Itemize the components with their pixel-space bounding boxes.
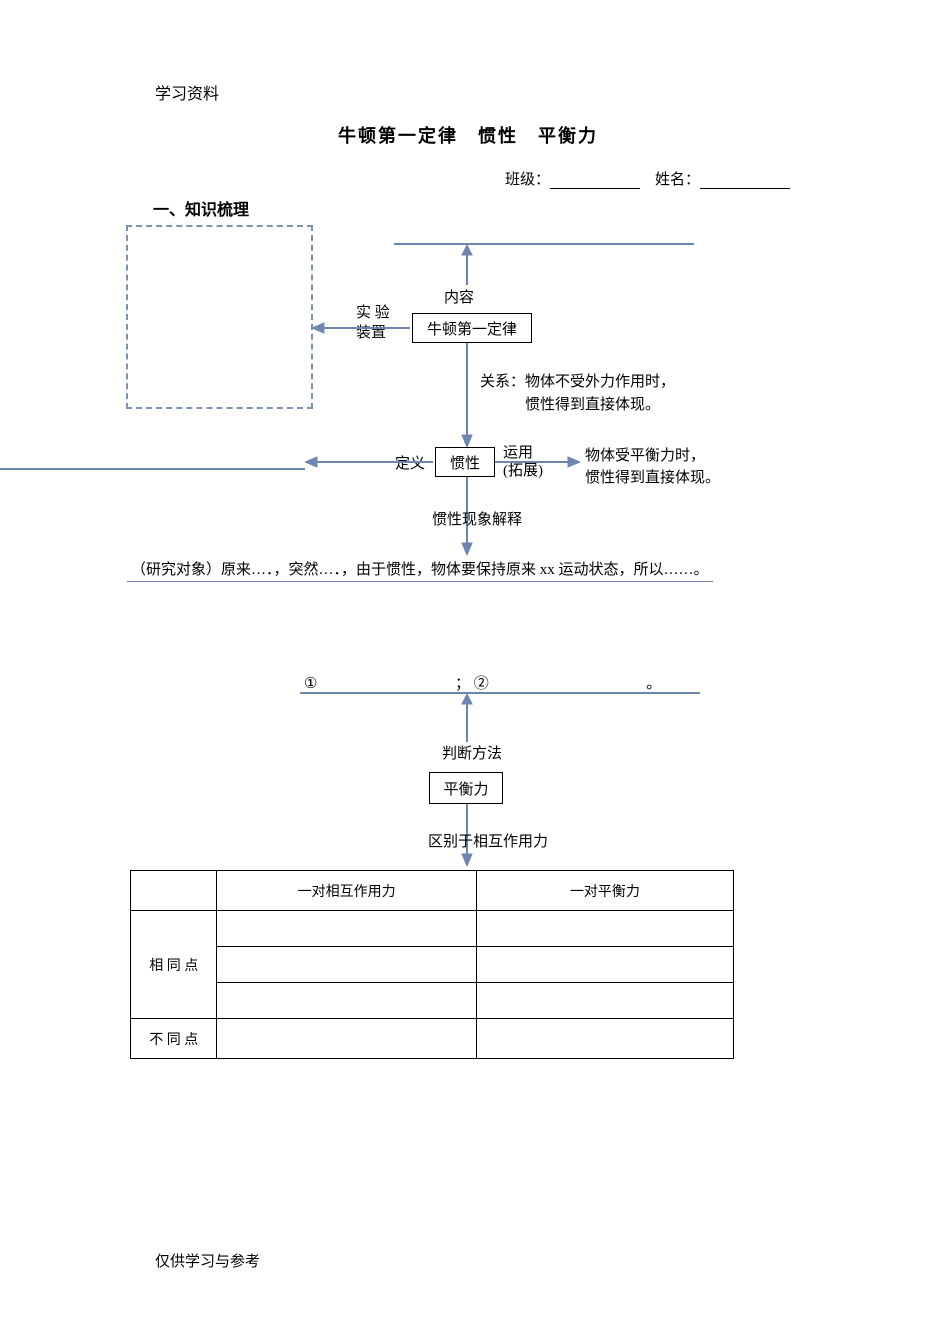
cell-similar-3b[interactable] bbox=[476, 983, 733, 1019]
label-difference: 区别于相互作用力 bbox=[428, 830, 548, 851]
line-content-top bbox=[394, 243, 694, 245]
comparison-table: 一对相互作用力 一对平衡力 相 同 点 不 同 点 bbox=[130, 870, 734, 1059]
arrow-up-judgment bbox=[460, 694, 474, 742]
name-input-line[interactable] bbox=[700, 170, 790, 189]
arrow-down-relation bbox=[460, 343, 474, 447]
line-definition-extend bbox=[0, 468, 305, 470]
label-judgment-method: 判断方法 bbox=[442, 742, 502, 763]
th-balance-force: 一对平衡力 bbox=[476, 871, 733, 911]
row-header-similar: 相 同 点 bbox=[131, 911, 217, 1019]
judgment-end: 。 bbox=[646, 676, 661, 692]
arrow-right-application bbox=[495, 455, 580, 469]
page-title: 牛顿第一定律 惯性 平衡力 bbox=[338, 122, 598, 148]
class-input-line[interactable] bbox=[550, 170, 640, 189]
judgment-blank-1: ① bbox=[304, 676, 317, 692]
doc-header: 学习资料 bbox=[155, 80, 219, 104]
label-phenomenon-explain: 惯性现象解释 bbox=[432, 508, 522, 529]
judgment-input-1[interactable] bbox=[321, 676, 451, 693]
label-relation-line1: 物体不受外力作用时， bbox=[525, 370, 675, 391]
label-content: 内容 bbox=[444, 286, 474, 307]
row-header-diff: 不 同 点 bbox=[131, 1019, 217, 1059]
cell-similar-1b[interactable] bbox=[476, 911, 733, 947]
box-balance-force: 平衡力 bbox=[429, 772, 503, 804]
arrow-left-experiment bbox=[312, 321, 410, 335]
th-empty bbox=[131, 871, 217, 911]
th-interaction-force: 一对相互作用力 bbox=[217, 871, 476, 911]
label-relation-line2: 惯性得到直接体现。 bbox=[525, 393, 660, 414]
label-relation-prefix: 关系： bbox=[480, 370, 525, 391]
text-explain-sentence: （研究对象）原来…．，突然…．，由于惯性，物体要保持原来 xx 运动状态，所以…… bbox=[127, 558, 713, 582]
doc-footer: 仅供学习与参考 bbox=[155, 1250, 260, 1271]
box-inertia: 惯性 bbox=[435, 447, 495, 477]
class-field: 班级： 姓名： bbox=[505, 168, 790, 189]
dashed-placeholder-box bbox=[126, 225, 313, 409]
box-newton-first-law: 牛顿第一定律 bbox=[412, 313, 532, 343]
judgment-sep: ； bbox=[455, 676, 470, 692]
label-apply-line1: 物体受平衡力时， bbox=[585, 444, 705, 465]
cell-similar-1a[interactable] bbox=[217, 911, 476, 947]
arrow-left-definition bbox=[305, 455, 433, 469]
line-judgment-under bbox=[300, 692, 700, 694]
page: 学习资料 牛顿第一定律 惯性 平衡力 班级： 姓名： 一、知识梳理 内容 牛顿第… bbox=[0, 0, 945, 1337]
label-apply-line2: 惯性得到直接体现。 bbox=[585, 466, 720, 487]
cell-diff-b[interactable] bbox=[476, 1019, 733, 1059]
cell-similar-3a[interactable] bbox=[217, 983, 476, 1019]
judgment-input-2[interactable] bbox=[492, 676, 642, 693]
arrow-up-content bbox=[460, 245, 474, 285]
cell-similar-2b[interactable] bbox=[476, 947, 733, 983]
judgment-blank-2: ② bbox=[474, 676, 489, 692]
section-heading-1: 一、知识梳理 bbox=[153, 196, 249, 220]
judgment-blank-row: ① ； ② 。 bbox=[304, 672, 661, 693]
cell-similar-2a[interactable] bbox=[217, 947, 476, 983]
cell-diff-a[interactable] bbox=[217, 1019, 476, 1059]
name-label: 姓名： bbox=[655, 172, 700, 188]
class-label: 班级： bbox=[505, 172, 550, 188]
